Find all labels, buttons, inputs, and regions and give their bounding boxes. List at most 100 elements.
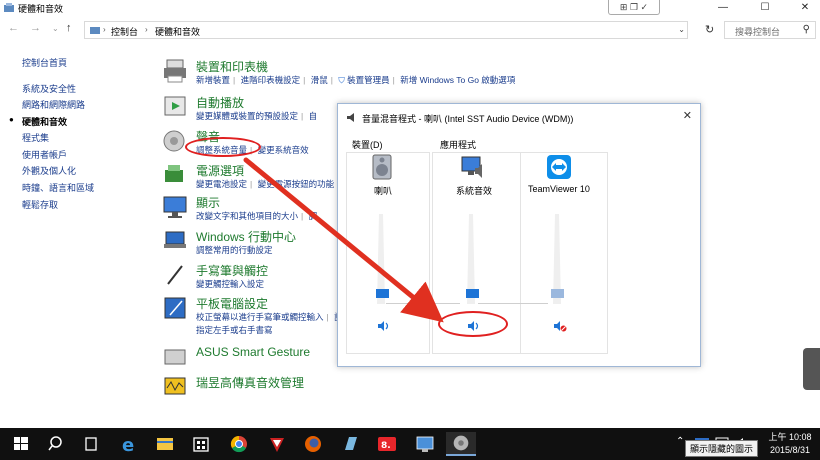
quick-button-3[interactable]: ✓	[641, 2, 649, 12]
windows-start-icon[interactable]	[6, 432, 36, 456]
nav-item-hardware-sound-label: 硬體和音效	[22, 117, 68, 127]
link-mouse[interactable]: 滑鼠	[311, 75, 328, 85]
minimize-button[interactable]: —	[706, 0, 740, 16]
taskbar-clock[interactable]: 上午 10:08 2015/8/31	[762, 431, 818, 457]
control-panel-home-link[interactable]: 控制台首頁	[22, 56, 67, 69]
volume-app-icon[interactable]	[446, 432, 476, 456]
category-title[interactable]: ASUS Smart Gesture	[196, 345, 310, 359]
nav-item-programs[interactable]: 程式集	[22, 131, 49, 144]
refresh-icon[interactable]: ↻	[705, 23, 714, 36]
category-title[interactable]: 電源選項	[196, 162, 244, 179]
link-power-button[interactable]: 變更電源按鈕的功能	[258, 179, 335, 189]
task-view-icon[interactable]	[76, 432, 106, 456]
shield-icon: ⛉	[338, 75, 345, 85]
category-title[interactable]: 手寫筆與觸控	[196, 262, 268, 279]
category-title[interactable]: 自動播放	[196, 94, 244, 111]
quick-button-2[interactable]: ❐	[630, 2, 638, 12]
link-calibrate-screen[interactable]: 校正螢幕以進行手寫筆或觸控輸入	[196, 312, 324, 322]
nav-item-hardware-sound[interactable]: ● 硬體和音效	[9, 115, 68, 128]
system-sounds-icon	[461, 156, 482, 178]
forward-arrow-icon[interactable]: →	[30, 22, 41, 34]
printer-icon	[164, 59, 186, 83]
link-windows-to-go[interactable]: 新增 Windows To Go 啟動選項	[400, 75, 515, 85]
speaker-icon	[163, 130, 185, 152]
link-add-device[interactable]: 新增裝置	[196, 75, 230, 85]
channel-name-speaker: 喇叭	[374, 186, 393, 196]
title-quick-buttons[interactable]: ⊞ ❐ ✓	[608, 0, 660, 15]
search-icon[interactable]: ⚲	[803, 24, 810, 35]
muted-speaker-icon[interactable]	[553, 320, 567, 332]
quick-button-1[interactable]: ⊞	[620, 2, 628, 12]
search-placeholder: 搜尋控制台	[735, 27, 781, 37]
device-group-label: 裝置(D)	[352, 140, 383, 150]
file-explorer-icon[interactable]	[150, 432, 180, 456]
store-icon[interactable]	[186, 432, 216, 456]
clock-date: 2015/8/31	[769, 445, 811, 455]
control-panel-small-icon	[90, 27, 100, 34]
svg-text:e: e	[122, 435, 134, 456]
link-mobility-settings[interactable]: 調整常用的行動設定	[196, 245, 273, 255]
nav-item-network[interactable]: 網路和網際網路	[22, 98, 85, 111]
address-row: ← → ⌄ ↑ › 控制台 › 硬體和音效 ⌄ ↻ 搜尋控制台 ⚲	[0, 18, 820, 42]
mute-speaker-icon[interactable]	[377, 320, 391, 332]
nav-item-appearance[interactable]: 外觀及個人化	[22, 164, 76, 177]
app-icon[interactable]	[336, 432, 366, 456]
eight-app-icon[interactable]: 8.	[372, 432, 402, 456]
link-change-sounds[interactable]: 變更系統音效	[258, 145, 309, 155]
address-dropdown-icon[interactable]: ⌄	[678, 25, 685, 34]
svg-text:8.: 8.	[381, 441, 391, 451]
link-display-more[interactable]: 調	[309, 211, 318, 221]
category-title[interactable]: 裝置和印表機	[196, 58, 268, 75]
history-dropdown-icon[interactable]: ⌄	[52, 24, 59, 33]
close-button[interactable]: ✕	[788, 0, 820, 16]
side-widget[interactable]	[803, 348, 820, 390]
link-handedness[interactable]: 指定左手或右手書寫	[196, 325, 273, 335]
chrome-icon[interactable]	[224, 432, 254, 456]
tray-chevron-icon[interactable]: ⌃	[676, 436, 684, 460]
breadcrumb-separator-icon[interactable]: ›	[145, 25, 148, 34]
control-panel-icon	[4, 3, 14, 12]
category-title[interactable]: Windows 行動中心	[196, 228, 296, 245]
link-text-size[interactable]: 改變文字和其他項目的大小	[196, 211, 298, 221]
mobility-icon	[164, 231, 186, 248]
mixer-close-icon[interactable]: ✕	[683, 109, 692, 122]
category-title[interactable]: 平板電腦設定	[196, 295, 268, 312]
mixer-title: 音量混音程式 - 喇叭 (Intel SST Audio Device (WDM…	[362, 114, 574, 124]
teamviewer-icon	[547, 155, 571, 179]
link-device-manager[interactable]: 裝置管理員	[347, 75, 390, 85]
up-arrow-icon[interactable]: ↑	[66, 22, 72, 34]
nav-item-system-security[interactable]: 系統及安全性	[22, 82, 76, 95]
volume-slider-thumb-teamviewer[interactable]	[551, 289, 564, 299]
link-default-media[interactable]: 變更媒體或裝置的預設設定	[196, 111, 298, 121]
link-battery-settings[interactable]: 變更電池設定	[196, 179, 247, 189]
firefox-icon[interactable]	[298, 432, 328, 456]
back-arrow-icon[interactable]: ←	[8, 22, 19, 34]
volume-line	[386, 303, 460, 304]
link-touch-input[interactable]: 變更觸控輸入設定	[196, 279, 264, 289]
link-advanced-printer[interactable]: 進階印表機設定	[241, 75, 301, 85]
breadcrumb-control-panel[interactable]: 控制台	[111, 25, 138, 38]
edge-icon[interactable]: e	[114, 432, 144, 456]
nav-item-ease-of-access[interactable]: 輕鬆存取	[22, 198, 58, 211]
breadcrumb-hardware-sound[interactable]: 硬體和音效	[155, 25, 200, 38]
category-title[interactable]: 顯示	[196, 194, 220, 211]
maximize-button[interactable]: ☐	[748, 0, 782, 16]
power-icon	[165, 165, 183, 182]
volume-slider-thumb-speaker[interactable]	[376, 289, 389, 299]
mixer-speaker-icon	[347, 113, 354, 122]
breadcrumb-separator-icon[interactable]: ›	[103, 25, 106, 34]
category-title[interactable]: 瑞昱高傳真音效管理	[196, 374, 304, 391]
link-autoplay-more[interactable]: 自	[309, 111, 318, 121]
search-box[interactable]: 搜尋控制台 ⚲	[724, 21, 816, 39]
address-bar[interactable]: › 控制台 › 硬體和音效 ⌄	[84, 21, 688, 39]
speaker-device-icon	[372, 154, 392, 180]
annotation-ellipse-volume-link	[185, 137, 261, 157]
game-icon[interactable]	[262, 432, 292, 456]
apps-group-label: 應用程式	[440, 140, 477, 150]
remote-icon[interactable]	[410, 432, 440, 456]
search-icon[interactable]	[40, 432, 70, 456]
nav-item-user-accounts[interactable]: 使用者帳戶	[22, 148, 67, 161]
title-bar: 硬體和音效 ⊞ ❐ ✓ — ☐ ✕	[0, 0, 820, 16]
volume-slider-thumb-system[interactable]	[466, 289, 479, 299]
nav-item-clock-language[interactable]: 時鐘、語言和區域	[22, 181, 94, 194]
